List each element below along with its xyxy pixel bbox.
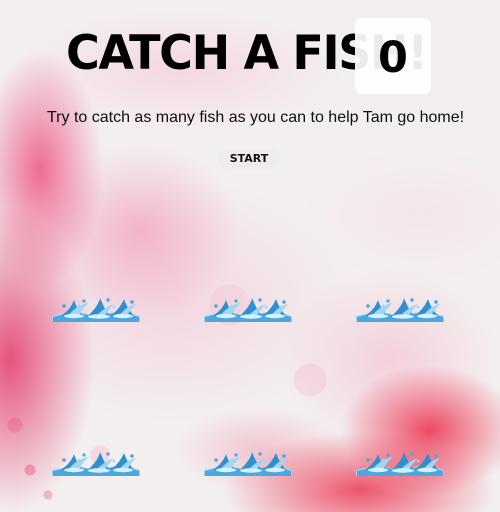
game-instructions: Try to catch as many fish as you can to … — [47, 109, 465, 126]
water-splash-icon — [202, 446, 294, 476]
fishing-hole[interactable] — [354, 446, 446, 476]
water-splash-icon — [354, 292, 446, 322]
start-button[interactable]: START — [218, 149, 280, 169]
water-splash-icon — [354, 446, 446, 476]
fishing-hole[interactable] — [202, 446, 294, 476]
fishing-hole[interactable] — [202, 292, 294, 322]
score-value: 0 — [378, 32, 408, 83]
water-splash-icon — [50, 446, 142, 476]
score-box: 0 — [355, 18, 431, 94]
fishing-hole[interactable] — [50, 446, 142, 476]
game-screen: CATCH A FISH! 0 Try to catch as many fis… — [0, 0, 500, 512]
water-splash-icon — [202, 292, 294, 322]
fishing-hole[interactable] — [354, 292, 446, 322]
water-splash-icon — [50, 292, 142, 322]
fishing-hole[interactable] — [50, 292, 142, 322]
